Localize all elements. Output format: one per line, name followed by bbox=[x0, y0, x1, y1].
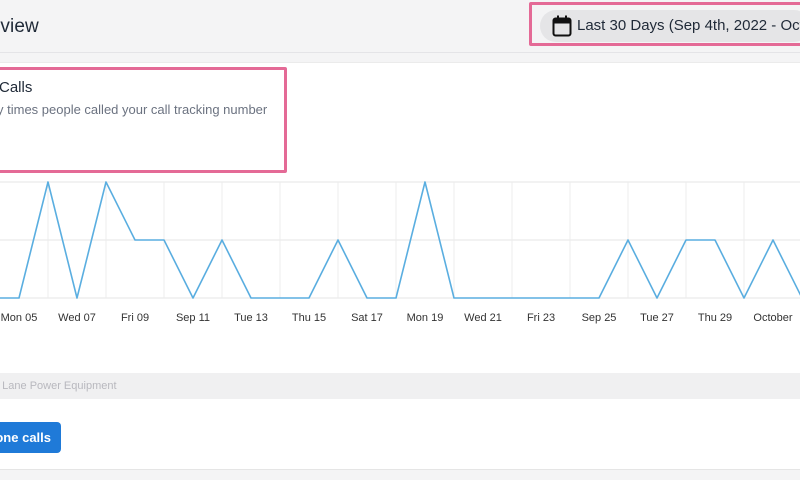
data-point[interactable] bbox=[568, 296, 572, 300]
x-tick-label: Thu 15 bbox=[292, 312, 326, 324]
data-point[interactable] bbox=[539, 296, 543, 300]
x-tick-label: Fri 23 bbox=[527, 312, 555, 324]
section-highlight bbox=[0, 67, 287, 173]
data-point[interactable] bbox=[597, 296, 601, 300]
data-point[interactable] bbox=[684, 238, 688, 242]
data-point[interactable] bbox=[17, 296, 21, 300]
x-tick-label: Fri 09 bbox=[121, 312, 149, 324]
data-point[interactable] bbox=[75, 296, 79, 300]
data-point[interactable] bbox=[307, 296, 311, 300]
data-point[interactable] bbox=[133, 238, 137, 242]
data-point[interactable] bbox=[394, 296, 398, 300]
date-range-highlight bbox=[529, 2, 800, 46]
data-point[interactable] bbox=[771, 238, 775, 242]
data-point[interactable] bbox=[220, 238, 224, 242]
x-tick-label: Sat 17 bbox=[351, 312, 383, 324]
data-point[interactable] bbox=[655, 296, 659, 300]
data-point[interactable] bbox=[713, 238, 717, 242]
data-point[interactable] bbox=[162, 238, 166, 242]
x-tick-label: Tue 27 bbox=[640, 312, 674, 324]
data-point[interactable] bbox=[742, 296, 746, 300]
data-point[interactable] bbox=[46, 180, 50, 184]
data-point[interactable] bbox=[481, 296, 485, 300]
data-point[interactable] bbox=[365, 296, 369, 300]
page-title: rview bbox=[0, 16, 39, 37]
data-point[interactable] bbox=[510, 296, 514, 300]
data-point[interactable] bbox=[278, 296, 282, 300]
tracking-number-name: n Lane Power Equipment bbox=[0, 380, 117, 392]
data-point[interactable] bbox=[423, 180, 427, 184]
data-point[interactable] bbox=[452, 296, 456, 300]
x-tick-label: Sep 11 bbox=[176, 312, 210, 324]
x-tick-label: Sep 25 bbox=[582, 312, 617, 324]
data-point[interactable] bbox=[191, 296, 195, 300]
data-point[interactable] bbox=[626, 238, 630, 242]
calls-line-chart: Mon 05 Wed 07 Fri 09 Sep 11 Tue 13 Thu 15 Sat … bbox=[0, 180, 800, 324]
x-tick-label: October bbox=[753, 312, 792, 324]
x-tick-label: Wed 07 bbox=[58, 312, 96, 324]
x-tick-label: Wed 21 bbox=[464, 312, 502, 324]
x-tick-label: Tue 13 bbox=[234, 312, 268, 324]
tracking-number-row[interactable] bbox=[0, 373, 800, 399]
phone-calls-button[interactable]: one calls bbox=[0, 422, 61, 453]
x-tick-label: Mon 05 bbox=[1, 312, 38, 324]
data-point[interactable] bbox=[249, 296, 253, 300]
x-tick-label: Thu 29 bbox=[698, 312, 732, 324]
x-tick-label: Mon 19 bbox=[407, 312, 444, 324]
data-point[interactable] bbox=[104, 180, 108, 184]
data-point[interactable] bbox=[336, 238, 340, 242]
